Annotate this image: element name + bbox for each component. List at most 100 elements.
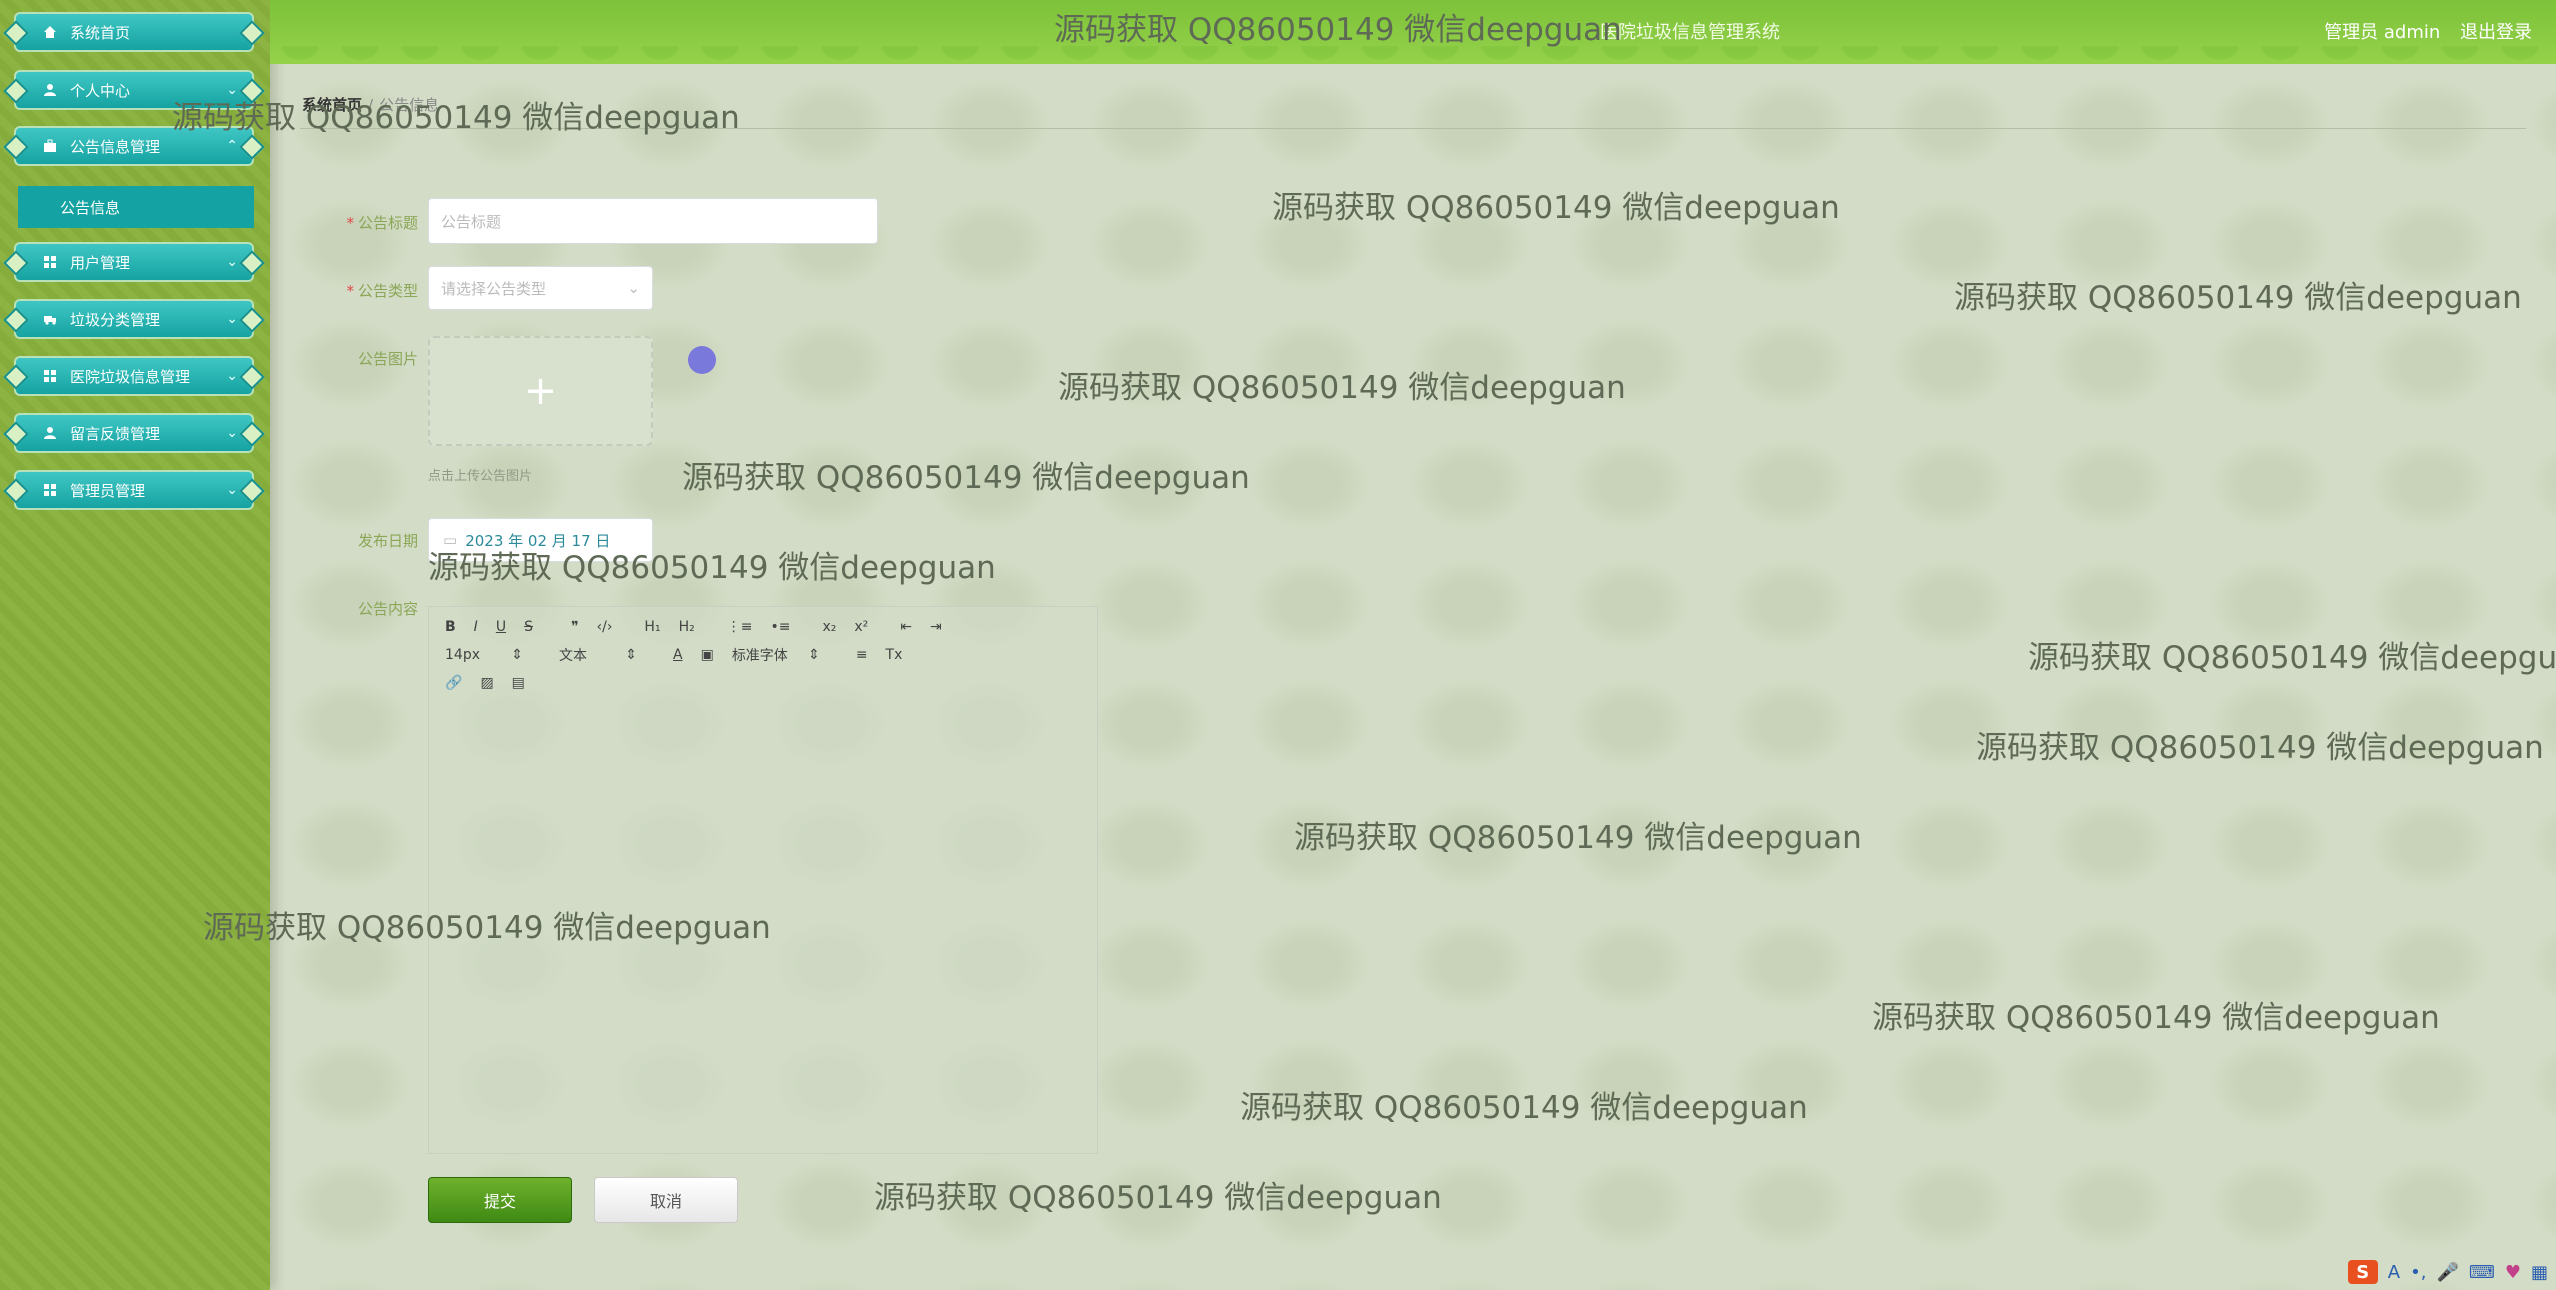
watermark: 源码获取 QQ86050149 微信deepguan: [428, 550, 996, 586]
sidebar-subitem-label: 公告信息: [60, 198, 121, 217]
editor-toolbar-row-2: 14px ⇕ 文本 ⇕ A ▣ 标准字体 ⇕ ≡ Tx: [445, 645, 920, 665]
sidebar-item-label: 管理员管理: [70, 481, 146, 500]
chevron-down-icon: ⌄: [226, 368, 238, 384]
content-label: 公告内容: [357, 600, 418, 618]
ornament-icon: [239, 421, 265, 447]
sidebar-item-label: 用户管理: [70, 253, 131, 272]
sidebar: 系统首页 个人中心 ⌄ 公告信息管理 ⌃ 公告信息 用户管理 ⌄ 垃圾分类管理 …: [0, 0, 270, 1290]
block-type-select[interactable]: 文本 ⇕: [559, 645, 655, 665]
chevron-down-icon: ⌄: [226, 311, 238, 327]
heading2-icon[interactable]: H₂: [679, 619, 695, 635]
image-icon[interactable]: ▨: [480, 675, 493, 691]
grid-icon: [42, 254, 58, 270]
chevron-down-icon: ⌄: [226, 482, 238, 498]
punctuation-icon[interactable]: •,: [2410, 1262, 2426, 1283]
chevron-up-icon: ⌃: [226, 138, 238, 154]
ornament-icon: [3, 20, 29, 46]
image-label: 公告图片: [357, 350, 418, 368]
ornament-icon: [239, 134, 265, 160]
watermark: 源码获取 QQ86050149 微信deepguan: [203, 910, 771, 946]
user-icon: [42, 425, 58, 441]
subscript-icon[interactable]: x₂: [822, 619, 836, 635]
watermark: 源码获取 QQ86050149 微信deepguan: [1240, 1090, 1808, 1126]
indent-icon[interactable]: ⇥: [930, 619, 942, 635]
watermark: 源码获取 QQ86050149 微信deepguan: [1976, 730, 2544, 766]
ornament-icon: [3, 134, 29, 160]
ornament-icon: [239, 250, 265, 276]
ornament-icon: [3, 78, 29, 104]
watermark: 源码获取 QQ86050149 微信deepguan: [1054, 12, 1622, 48]
date-label: 发布日期: [357, 532, 418, 550]
home-icon: [42, 24, 58, 40]
sidebar-item-label: 公告信息管理: [70, 137, 161, 156]
font-family-select[interactable]: 标准字体 ⇕: [732, 645, 838, 665]
heading1-icon[interactable]: H₁: [644, 619, 660, 635]
sidebar-item-label: 个人中心: [70, 81, 131, 100]
clear-format-icon[interactable]: Tx: [886, 647, 903, 663]
link-icon[interactable]: 🔗: [445, 675, 462, 691]
chevron-down-icon: ⌄: [226, 254, 238, 270]
microphone-icon[interactable]: 🎤: [2436, 1262, 2458, 1283]
align-icon[interactable]: ≡: [856, 647, 868, 663]
ornament-icon: [239, 364, 265, 390]
ornament-icon: [3, 421, 29, 447]
watermark: 源码获取 QQ86050149 微信deepguan: [874, 1180, 1442, 1216]
keyboard-icon[interactable]: ⌨: [2469, 1262, 2495, 1283]
site-title: 医院垃圾信息管理系统: [1600, 22, 1780, 43]
ornament-icon: [3, 307, 29, 333]
sidebar-item-garbage-category[interactable]: 垃圾分类管理 ⌄: [3, 299, 265, 339]
type-label: * 公告类型: [346, 282, 418, 300]
watermark: 源码获取 QQ86050149 微信deepguan: [1272, 190, 1840, 226]
chevron-down-icon: ⌄: [627, 279, 640, 297]
grid-icon: [42, 368, 58, 384]
font-size-select[interactable]: 14px ⇕: [445, 647, 541, 663]
strikethrough-icon[interactable]: S: [524, 619, 533, 635]
upload-hint: 点击上传公告图片: [428, 469, 533, 484]
sogou-icon[interactable]: S: [2347, 1260, 2378, 1284]
sidebar-item-users[interactable]: 用户管理 ⌄: [3, 242, 265, 282]
background-color-icon[interactable]: ▣: [701, 647, 714, 663]
ordered-list-icon[interactable]: ⋮≡: [727, 619, 753, 635]
updown-icon: ⇕: [808, 647, 820, 663]
bold-icon[interactable]: B: [445, 619, 456, 635]
underline-icon[interactable]: U: [496, 619, 506, 635]
watermark: 源码获取 QQ86050149 微信deepguan: [1058, 370, 1626, 406]
title-input[interactable]: 公告标题: [428, 198, 878, 244]
ornament-icon: [239, 478, 265, 504]
watermark: 源码获取 QQ86050149 微信deepguan: [682, 460, 1250, 496]
sidebar-item-hospital-garbage[interactable]: 医院垃圾信息管理 ⌄: [3, 356, 265, 396]
rich-text-editor[interactable]: B I U S ❞ ‹/› H₁ H₂ ⋮≡ •≡ x₂ x² ⇤ ⇥ 14px…: [428, 606, 1098, 1154]
toolbox-icon[interactable]: ▦: [2531, 1262, 2548, 1283]
ornament-icon: [3, 364, 29, 390]
watermark: 源码获取 QQ86050149 微信deepguan: [172, 100, 740, 136]
watermark: 源码获取 QQ86050149 微信deepguan: [1872, 1000, 2440, 1036]
cancel-button[interactable]: 取消: [594, 1177, 738, 1223]
briefcase-icon: [42, 138, 58, 154]
italic-icon[interactable]: I: [474, 619, 478, 635]
user-icon: [42, 82, 58, 98]
sidebar-subitem-notice[interactable]: 公告信息: [18, 186, 254, 228]
sidebar-item-label: 医院垃圾信息管理: [70, 367, 191, 386]
sidebar-item-label: 垃圾分类管理: [70, 310, 161, 329]
bullet-list-icon[interactable]: •≡: [770, 619, 790, 635]
skin-icon[interactable]: ♥: [2505, 1262, 2521, 1283]
sidebar-item-admins[interactable]: 管理员管理 ⌄: [3, 470, 265, 510]
code-block-icon[interactable]: ‹/›: [597, 619, 613, 635]
type-select[interactable]: 请选择公告类型 ⌄: [428, 266, 653, 310]
submit-button[interactable]: 提交: [428, 1177, 572, 1223]
video-icon[interactable]: ▤: [512, 675, 525, 691]
ime-toolbar: S A •, 🎤 ⌨ ♥ ▦: [2347, 1260, 2548, 1284]
logout-link[interactable]: 退出登录: [2460, 22, 2532, 43]
font-color-icon[interactable]: A: [673, 647, 683, 663]
image-upload[interactable]: +: [428, 336, 653, 446]
blockquote-icon[interactable]: ❞: [571, 619, 579, 635]
ornament-icon: [239, 307, 265, 333]
sidebar-item-feedback[interactable]: 留言反馈管理 ⌄: [3, 413, 265, 453]
updown-icon: ⇕: [625, 647, 637, 663]
superscript-icon[interactable]: x²: [854, 619, 868, 635]
user-role: 管理员 admin: [2324, 22, 2441, 43]
editor-toolbar-row-1: B I U S ❞ ‹/› H₁ H₂ ⋮≡ •≡ x₂ x² ⇤ ⇥: [445, 617, 960, 637]
language-icon[interactable]: A: [2388, 1262, 2400, 1283]
sidebar-item-home[interactable]: 系统首页: [3, 12, 265, 52]
outdent-icon[interactable]: ⇤: [900, 619, 912, 635]
